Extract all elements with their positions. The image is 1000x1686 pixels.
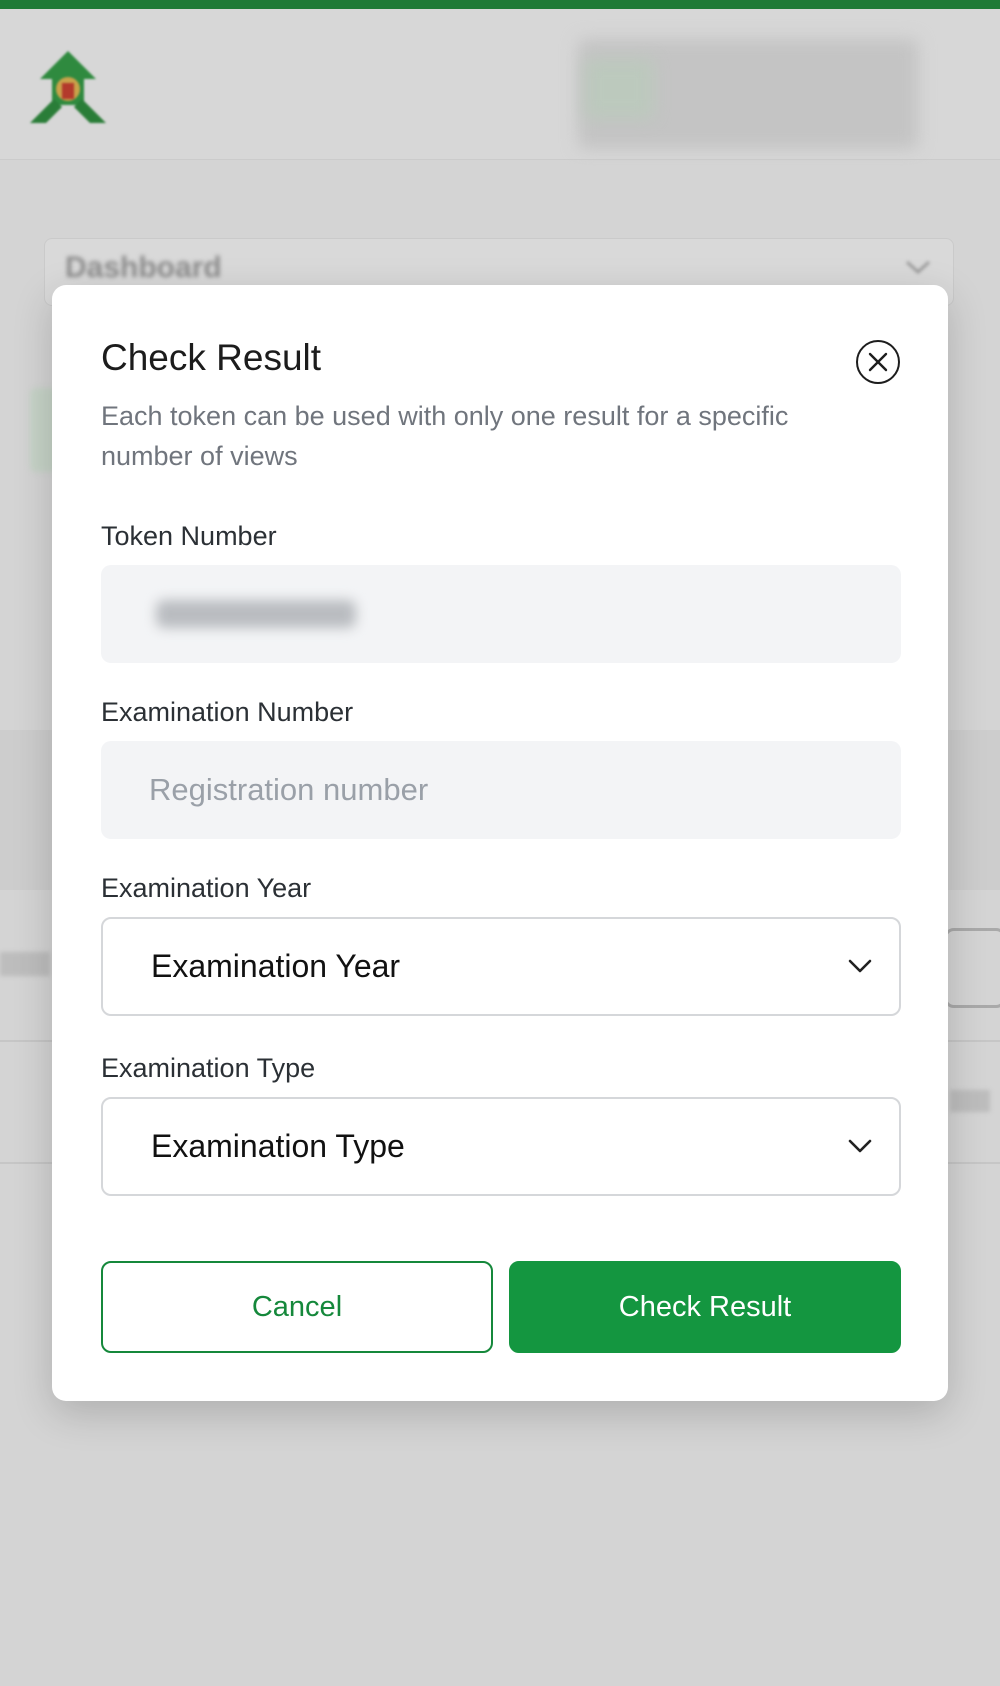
examination-number-input[interactable] xyxy=(101,741,901,839)
examination-year-select[interactable]: Examination Year xyxy=(101,917,901,1016)
examination-year-label: Examination Year xyxy=(101,873,312,903)
token-number-input[interactable] xyxy=(101,565,901,663)
app-header xyxy=(0,9,1000,160)
chevron-down-icon xyxy=(848,1139,872,1153)
dashboard-label: Dashboard xyxy=(65,251,222,284)
examination-type-value: Examination Type xyxy=(151,1128,405,1164)
chevron-down-icon xyxy=(905,260,931,275)
modal-description: Each token can be used with only one res… xyxy=(101,401,789,471)
chevron-down-icon xyxy=(848,959,872,973)
top-accent-bar xyxy=(0,0,1000,9)
examination-type-label: Examination Type xyxy=(101,1053,316,1083)
background-text xyxy=(950,1090,990,1112)
close-icon xyxy=(868,352,888,372)
examination-year-value: Examination Year xyxy=(151,948,401,984)
token-number-label: Token Number xyxy=(101,521,277,551)
cancel-button[interactable]: Cancel xyxy=(101,1261,493,1353)
background-text xyxy=(0,952,50,976)
modal-title: Check Result xyxy=(101,337,322,378)
check-result-button[interactable]: Check Result xyxy=(509,1261,901,1353)
close-button[interactable] xyxy=(856,340,900,384)
background-button xyxy=(944,928,1000,1008)
header-avatar xyxy=(584,59,654,119)
examination-number-label: Examination Number xyxy=(101,697,354,727)
check-result-modal: Check Result Each token can be used with… xyxy=(52,285,948,1401)
logo-icon xyxy=(30,51,106,123)
examination-type-select[interactable]: Examination Type xyxy=(101,1097,901,1196)
